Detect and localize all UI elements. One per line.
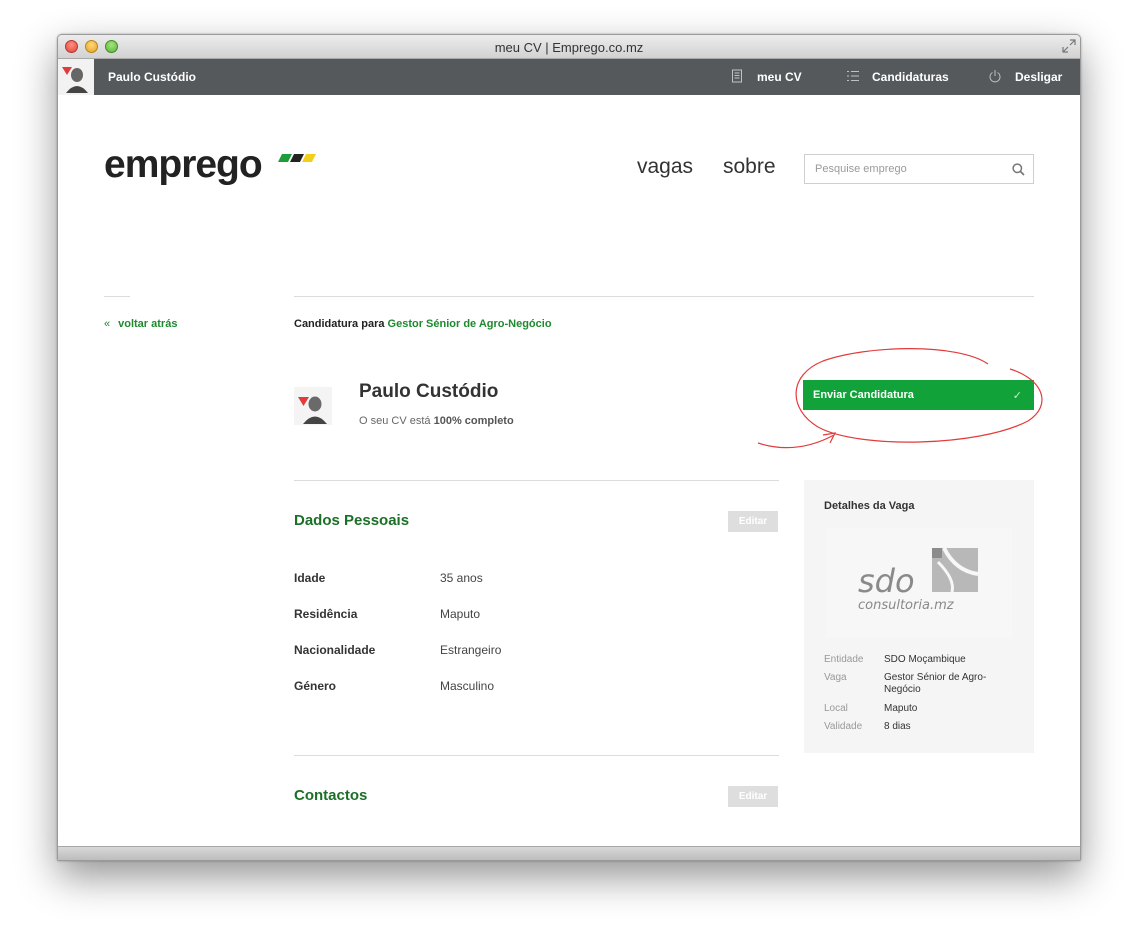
field-label: Idade bbox=[294, 571, 326, 585]
search-input[interactable] bbox=[815, 155, 1005, 183]
detail-label: Local bbox=[824, 703, 848, 714]
application-heading: Candidatura para Gestor Sénior de Agro-N… bbox=[294, 318, 552, 330]
detail-label: Entidade bbox=[824, 654, 864, 665]
detail-value: SDO Moçambique bbox=[884, 654, 966, 665]
company-logo-subtext: consultoria.mz bbox=[858, 598, 955, 613]
user-avatar[interactable] bbox=[58, 59, 94, 95]
search-icon[interactable] bbox=[1012, 163, 1025, 176]
nav-user-name[interactable]: Paulo Custódio bbox=[108, 70, 196, 84]
nav-sobre-link[interactable]: sobre bbox=[723, 155, 776, 179]
divider bbox=[294, 480, 779, 481]
profile-portrait-icon bbox=[298, 396, 327, 424]
avatar-portrait-icon bbox=[62, 67, 88, 93]
double-chevron-left-icon: « bbox=[104, 318, 111, 330]
field-label: Nacionalidade bbox=[294, 643, 376, 657]
field-value: Estrangeiro bbox=[440, 643, 502, 657]
status-value: 100% completo bbox=[433, 415, 514, 427]
detail-label: Vaga bbox=[824, 672, 847, 683]
top-navigation: Paulo Custódio meu CV Candidaturas Desli… bbox=[58, 59, 1080, 95]
list-icon bbox=[847, 71, 859, 81]
status-prefix: O seu CV está bbox=[359, 415, 431, 427]
cv-completion-status: O seu CV está 100% completo bbox=[359, 415, 514, 427]
field-value: Maputo bbox=[440, 607, 481, 621]
job-details-panel: Detalhes da Vaga sdo consultoria.mz Enti… bbox=[804, 480, 1034, 753]
detail-value: 8 dias bbox=[884, 721, 911, 732]
nav-desligar-link[interactable]: Desligar bbox=[1015, 70, 1062, 84]
browser-window: meu CV | Emprego.co.mz Paulo Custódio me… bbox=[57, 34, 1081, 861]
detail-label: Validade bbox=[824, 721, 863, 732]
field-value: Masculino bbox=[440, 679, 495, 693]
field-label: Género bbox=[294, 679, 337, 693]
divider bbox=[294, 755, 779, 756]
company-logo: sdo consultoria.mz bbox=[826, 528, 1012, 638]
nav-vagas-link[interactable]: vagas bbox=[637, 155, 693, 179]
detail-value: Gestor Sénior de Agro-Negócio bbox=[884, 672, 987, 695]
job-details-title: Detalhes da Vaga bbox=[824, 500, 915, 512]
divider bbox=[104, 296, 130, 297]
company-logo-text: sdo bbox=[858, 562, 915, 600]
divider bbox=[294, 296, 1034, 297]
job-title-link[interactable]: Gestor Sénior de Agro-Negócio bbox=[388, 318, 552, 330]
power-icon bbox=[989, 70, 1001, 83]
detail-value: Maputo bbox=[884, 703, 918, 714]
document-icon bbox=[732, 69, 742, 83]
window-bottom-bar bbox=[58, 846, 1080, 860]
search-box bbox=[804, 154, 1034, 184]
checkmark-icon: ✓ bbox=[1012, 390, 1022, 402]
site-logo[interactable]: emprego bbox=[104, 143, 263, 187]
profile-avatar bbox=[294, 387, 332, 425]
field-label: Residência bbox=[294, 607, 358, 621]
profile-name: Paulo Custódio bbox=[359, 381, 499, 402]
application-prefix: Candidatura para bbox=[294, 318, 385, 330]
submit-application-button[interactable]: Enviar Candidatura ✓ bbox=[803, 380, 1034, 410]
personal-data-title: Dados Pessoais bbox=[294, 512, 410, 529]
title-bar: meu CV | Emprego.co.mz bbox=[58, 35, 1080, 59]
window-title: meu CV | Emprego.co.mz bbox=[494, 40, 644, 55]
edit-personal-data-button[interactable]: Editar bbox=[728, 511, 778, 532]
fullscreen-icon[interactable] bbox=[1062, 39, 1076, 53]
contacts-title: Contactos bbox=[294, 787, 368, 804]
field-value: 35 anos bbox=[440, 571, 483, 585]
nav-meu-cv-link[interactable]: meu CV bbox=[757, 70, 802, 84]
nav-candidaturas-link[interactable]: Candidaturas bbox=[872, 70, 949, 84]
logo-stripes-icon bbox=[278, 154, 316, 162]
back-link[interactable]: « voltar atrás bbox=[104, 318, 177, 330]
back-link-label: voltar atrás bbox=[118, 318, 178, 330]
edit-contacts-button[interactable]: Editar bbox=[728, 786, 778, 807]
company-logo-graphic: sdo consultoria.mz bbox=[858, 547, 979, 613]
submit-button-label: Enviar Candidatura bbox=[813, 389, 914, 401]
